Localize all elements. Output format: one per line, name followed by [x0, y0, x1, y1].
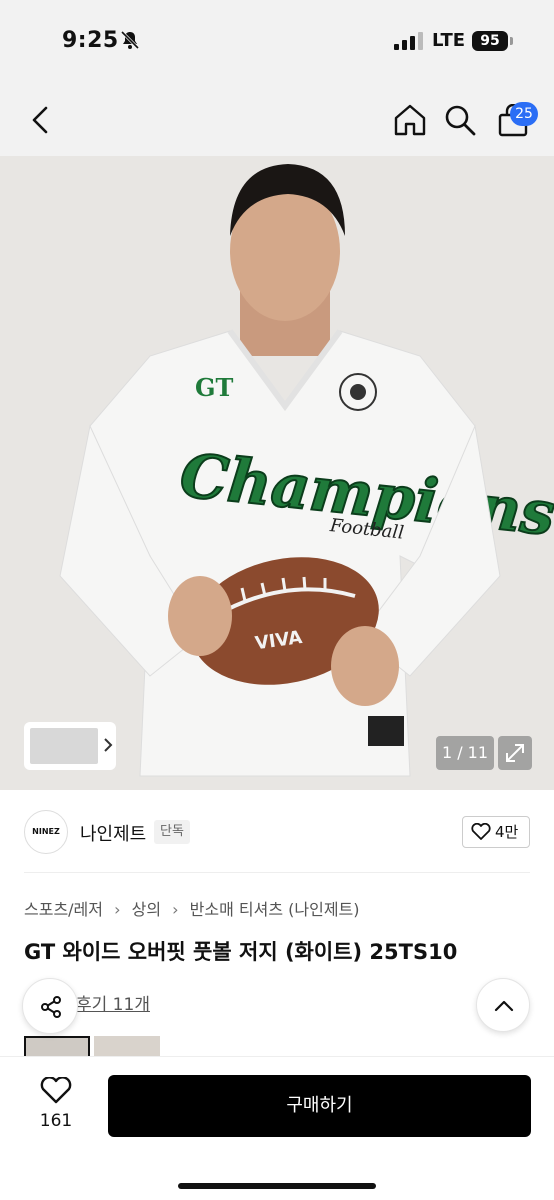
review-link[interactable]: 후기 11개: [76, 990, 150, 1015]
home-icon[interactable]: [392, 102, 428, 138]
top-nav: 25: [0, 84, 554, 156]
product-image[interactable]: GT Champions Football VIVA: [0, 156, 554, 790]
breadcrumb: 스포츠/레저 › 상의 › 반소매 티셔츠 (나인제트): [24, 896, 360, 920]
scroll-top-button[interactable]: [476, 978, 530, 1032]
thumbnail-preview: [30, 728, 98, 764]
chevron-right-icon: [104, 738, 113, 752]
image-gallery-thumbnails[interactable]: [24, 722, 116, 770]
divider: [24, 872, 530, 873]
brand-logo-text: NINEZ: [32, 827, 60, 836]
battery-level: 95: [472, 31, 508, 51]
brand-like-button[interactable]: 4만: [462, 816, 530, 848]
brand-like-count: 4만: [495, 823, 519, 841]
expand-icon[interactable]: [498, 736, 532, 770]
breadcrumb-item[interactable]: 스포츠/레저: [24, 896, 103, 920]
bell-muted-icon: [120, 30, 140, 50]
breadcrumb-item[interactable]: 상의: [132, 896, 161, 920]
status-bar: 9:25 LTE 95: [0, 0, 554, 84]
network-type: LTE: [432, 30, 466, 51]
heart-icon[interactable]: [40, 1077, 72, 1105]
home-indicator: [178, 1183, 376, 1189]
brand-logo[interactable]: NINEZ: [24, 810, 68, 854]
chevron-up-icon: [494, 1000, 514, 1012]
share-icon: [41, 996, 61, 1018]
product-photo: GT Champions Football VIVA: [0, 156, 554, 790]
chevron-right-icon: ›: [114, 900, 121, 919]
buy-button[interactable]: 구매하기: [108, 1075, 531, 1137]
heart-icon: [471, 823, 491, 840]
back-icon[interactable]: [26, 104, 56, 136]
status-time: 9:25: [62, 28, 119, 53]
signal-icon: [394, 32, 423, 50]
svg-text:GT: GT: [195, 373, 233, 402]
option-thumbnail[interactable]: [94, 1036, 160, 1058]
exclusive-tag: 단독: [154, 820, 190, 844]
option-thumbnail[interactable]: [24, 1036, 90, 1058]
battery-tip: [510, 37, 513, 45]
search-icon[interactable]: [444, 104, 476, 136]
like-count: 161: [39, 1111, 73, 1131]
share-button[interactable]: [22, 978, 78, 1034]
cart-count-badge: 25: [510, 102, 538, 126]
breadcrumb-item[interactable]: 반소매 티셔츠 (나인제트): [190, 896, 360, 920]
brand-name[interactable]: 나인제트: [80, 820, 146, 846]
image-counter: 1 / 11: [436, 736, 494, 770]
purchase-bar: 161 구매하기: [0, 1056, 554, 1200]
product-title: GT 와이드 오버핏 풋볼 저지 (화이트) 25TS10: [24, 940, 458, 964]
chevron-right-icon: ›: [172, 900, 179, 919]
